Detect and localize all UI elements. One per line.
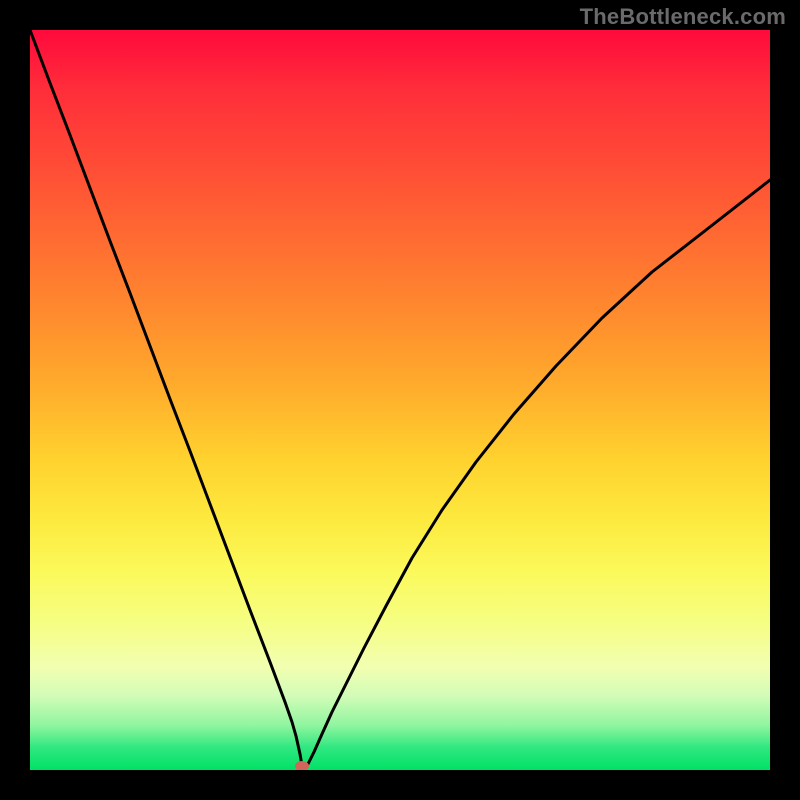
watermark-text: TheBottleneck.com xyxy=(580,4,786,30)
plot-area xyxy=(30,30,770,770)
marker-dot xyxy=(295,761,309,770)
chart-frame: TheBottleneck.com xyxy=(0,0,800,800)
chart-svg xyxy=(30,30,770,770)
bottleneck-curve xyxy=(30,30,770,768)
